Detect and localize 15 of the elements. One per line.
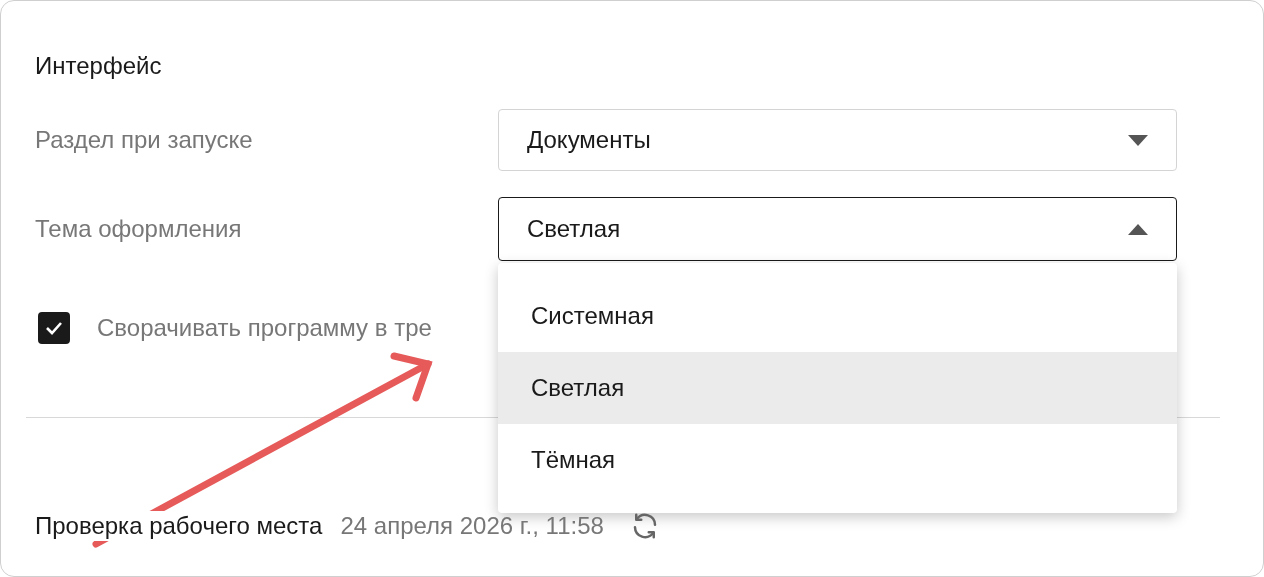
menu-option[interactable]: Системная (498, 280, 1177, 352)
menu-option[interactable]: Тёмная (498, 424, 1177, 496)
field-label: Тема оформления (35, 215, 242, 243)
checkbox[interactable] (38, 312, 70, 344)
section-title: Интерфейс (35, 51, 162, 81)
checkbox-label: Сворачивать программу в тре (97, 314, 432, 342)
check-icon (45, 321, 63, 335)
dropdown-select[interactable]: Документы (498, 109, 1177, 171)
caret-icon (1128, 223, 1148, 235)
menu-option[interactable]: Светлая (498, 352, 1177, 424)
caret-icon (1128, 134, 1148, 146)
check-date: 24 апреля 2026 г., 11:58 (340, 511, 604, 541)
check-label: Проверка рабочего места (35, 511, 323, 541)
dropdown-select[interactable]: Светлая (498, 197, 1177, 261)
field-label: Раздел при запуске (35, 126, 253, 154)
